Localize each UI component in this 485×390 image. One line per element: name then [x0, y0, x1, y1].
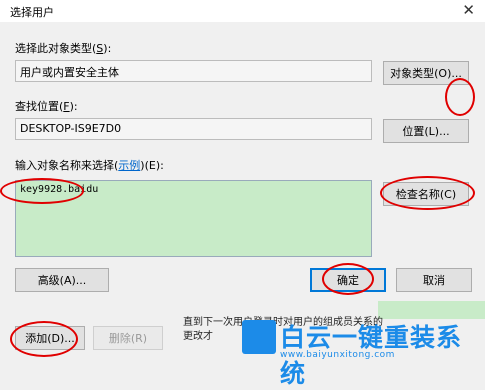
watermark-url: www.baiyunxitong.com	[280, 350, 395, 360]
object-type-field: 用户或内置安全主体	[15, 60, 372, 82]
window-title: 选择用户	[10, 6, 54, 19]
names-label: 输入对象名称来选择(示例)(E):	[15, 159, 164, 172]
object-type-label: 选择此对象类型(S):	[15, 42, 112, 55]
examples-link[interactable]: 示例	[118, 159, 140, 172]
annotation-oval-ok	[322, 263, 374, 295]
background-highlight	[378, 301, 485, 319]
annotation-oval-input	[0, 178, 84, 204]
advanced-button[interactable]: 高级(A)...	[15, 268, 109, 292]
locations-button[interactable]: 位置(L)...	[383, 119, 469, 143]
annotation-oval-check	[380, 176, 475, 210]
location-field: DESKTOP-IS9E7D0	[15, 118, 372, 140]
location-label: 查找位置(F):	[15, 100, 78, 113]
annotation-oval-add	[10, 321, 78, 357]
title-bar: 选择用户 ✕	[0, 0, 485, 22]
annotation-oval-top	[445, 78, 475, 116]
bird-logo-icon	[242, 320, 276, 354]
close-icon[interactable]: ✕	[462, 1, 475, 19]
select-users-dialog: 选择用户 ✕ 选择此对象类型(S): 用户或内置安全主体 对象类型(O)... …	[0, 0, 485, 300]
remove-button: 删除(R)	[93, 326, 163, 350]
cancel-button[interactable]: 取消	[396, 268, 472, 292]
watermark: 白云一键重装系统 www.baiyunxitong.com	[242, 318, 485, 388]
